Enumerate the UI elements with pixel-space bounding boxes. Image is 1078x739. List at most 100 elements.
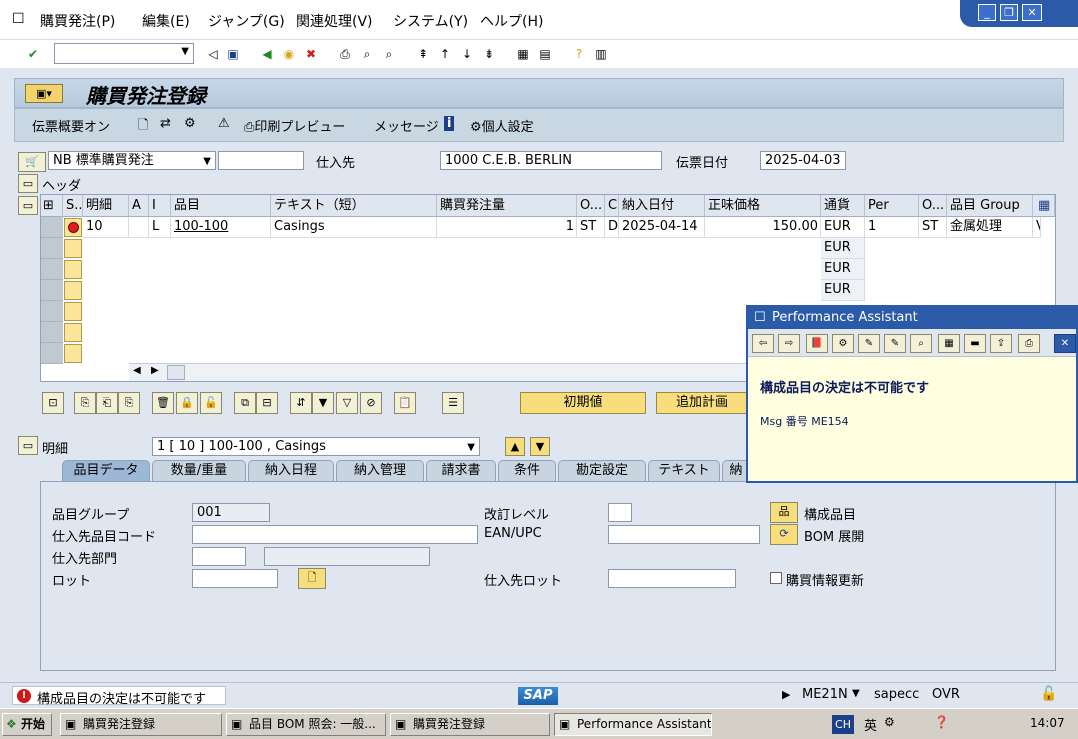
menu-jump[interactable]: ジャンプ(G) [208, 11, 285, 31]
status-cell[interactable] [64, 239, 82, 258]
additional-planning-button[interactable]: 追加計画 [656, 392, 748, 414]
cell-currency[interactable]: EUR [821, 259, 865, 280]
back-arrow-icon[interactable]: ◁ [204, 45, 222, 63]
list-icon[interactable]: ☰ [442, 392, 464, 414]
chevron-down-icon[interactable]: ▼ [852, 688, 860, 699]
col-po-qty[interactable]: 購買発注量 [437, 195, 577, 217]
copy-item-icon[interactable]: ⎘ [74, 392, 96, 414]
prev-page-icon[interactable]: ↑ [436, 45, 454, 63]
restore-icon[interactable]: ❐ [1000, 4, 1018, 21]
cell-po-qty[interactable]: 1 [437, 217, 577, 238]
create-item-icon[interactable]: ⎘ [118, 392, 140, 414]
cell-delivery-date[interactable]: 2025-04-14 [619, 217, 705, 238]
bom-explode-icon[interactable]: ⟳ [770, 524, 798, 545]
menu-system[interactable]: システム(Y) [393, 11, 468, 31]
print-icon[interactable]: ⎙ [1018, 334, 1040, 353]
scroll-thumb[interactable] [167, 365, 185, 380]
task-bom-display[interactable]: ▣ 品目 BOM 照会: 一般... [226, 713, 386, 736]
print-preview-button[interactable]: ⎙印刷プレビュー [244, 116, 345, 135]
back-icon[interactable]: ◀ [258, 45, 276, 63]
forward-arrow-icon[interactable]: ⇨ [778, 334, 800, 353]
hold-icon[interactable]: ⇄ [160, 116, 171, 131]
cell-per[interactable]: 1 [865, 217, 919, 238]
start-button[interactable]: ❖ 开始 [2, 713, 52, 736]
row-selector[interactable] [41, 238, 63, 259]
insert-item-icon[interactable]: ⎗ [96, 392, 118, 414]
bom-explode-label[interactable]: BOM 展開 [804, 526, 864, 545]
exit-icon[interactable]: ◉ [280, 45, 298, 63]
close-icon[interactable]: ✕ [1022, 4, 1042, 21]
vendor-field[interactable]: 1000 C.E.B. BERLIN [440, 151, 662, 170]
help-tray-icon[interactable]: ❓ [934, 715, 949, 729]
col-c[interactable]: C [605, 195, 619, 217]
scroll-left-icon[interactable]: ◀ [133, 365, 141, 376]
components-label[interactable]: 構成品目 [804, 504, 856, 523]
shortcut-icon[interactable]: ▤ [536, 45, 554, 63]
expand-header-icon[interactable]: ▭ [18, 174, 38, 193]
first-page-icon[interactable]: ⇞ [414, 45, 432, 63]
status-cell[interactable] [64, 281, 82, 300]
info-update-checkbox[interactable] [770, 572, 782, 584]
task-po-create-1[interactable]: ▣ 購買発注登録 [60, 713, 222, 736]
command-field[interactable]: ▼ [54, 43, 194, 64]
info-icon[interactable]: i [444, 116, 455, 131]
tcode-label[interactable]: ME21N [802, 687, 848, 702]
lock-icon[interactable]: 🔒 [176, 392, 198, 414]
technical-info-icon[interactable]: ⚙ [832, 334, 854, 353]
col-acct[interactable]: A [129, 195, 149, 217]
defaults-button[interactable]: 初期値 [520, 392, 646, 414]
table-icon[interactable]: ▦ [938, 334, 960, 353]
find-next-icon[interactable]: ⌕ [380, 45, 398, 63]
close-icon[interactable]: ✕ [1054, 334, 1076, 353]
column-config-icon[interactable]: ▦ [1035, 195, 1055, 217]
col-opu[interactable]: O... [919, 195, 947, 217]
messages-button[interactable]: メッセージ [374, 116, 439, 135]
cell-currency[interactable]: EUR [821, 217, 865, 238]
vendor-material-field[interactable] [192, 525, 478, 544]
delete-item-icon[interactable]: 🗑 [152, 392, 174, 414]
cell-acct[interactable] [129, 217, 149, 238]
tab-material-data[interactable]: 品目データ [62, 460, 150, 482]
doc-type-select[interactable]: NB 標準購買発注 ▼ [48, 151, 216, 170]
cell-material[interactable]: 100-100 [171, 217, 271, 238]
col-item[interactable]: 明細 [83, 195, 129, 217]
cell-opu[interactable]: ST [919, 217, 947, 238]
glossary-icon[interactable]: ✎ [884, 334, 906, 353]
other-po-icon[interactable]: ⚙ [184, 116, 196, 131]
next-item-icon[interactable]: ▼ [530, 437, 550, 456]
clipboard-icon[interactable]: 📋 [394, 392, 416, 414]
help-icon[interactable]: ? [570, 45, 588, 63]
tab-account-assignment[interactable]: 勘定設定 [558, 460, 646, 482]
tray-icon[interactable]: ⚙ [884, 715, 895, 729]
col-material-group[interactable]: 品目 Group [947, 195, 1033, 217]
next-page-icon[interactable]: ↓ [458, 45, 476, 63]
menu-purchase-order[interactable]: 購買発注(P) [40, 11, 115, 31]
prev-item-icon[interactable]: ▲ [505, 437, 525, 456]
tab-quantity-weight[interactable]: 数量/重量 [152, 460, 246, 482]
cell-i[interactable]: L [149, 217, 171, 238]
task-po-create-2[interactable]: ▣ 購買発注登録 [390, 713, 550, 736]
cell-v[interactable]: V [1033, 217, 1041, 238]
personal-settings-button[interactable]: ⚙個人設定 [470, 116, 534, 135]
col-per[interactable]: Per [865, 195, 919, 217]
row-selector[interactable] [41, 280, 63, 301]
po-number-field[interactable] [218, 151, 304, 170]
status-message[interactable]: ! 構成品目の決定は不可能です [12, 686, 226, 707]
col-status[interactable]: S... [63, 195, 83, 217]
col-material[interactable]: 品目 [171, 195, 271, 217]
collapse-items-icon[interactable]: ▭ [18, 196, 38, 215]
book-icon[interactable]: 📕 [806, 334, 828, 353]
ean-field[interactable] [608, 525, 760, 544]
status-cell[interactable] [64, 260, 82, 279]
menu-help[interactable]: ヘルプ(H) [480, 11, 543, 31]
task-performance-assistant[interactable]: ▣ Performance Assistant [554, 713, 712, 736]
edit-icon[interactable]: ✎ [858, 334, 880, 353]
print-icon[interactable]: ⎙ [336, 45, 354, 63]
cell-c[interactable]: D [605, 217, 619, 238]
copy-icon[interactable]: ⧉ [234, 392, 256, 414]
status-cell[interactable] [64, 344, 82, 363]
tab-texts[interactable]: テキスト [648, 460, 720, 482]
minimize-icon[interactable]: _ [978, 4, 996, 21]
back-arrow-icon[interactable]: ⇦ [752, 334, 774, 353]
row-selector[interactable] [41, 301, 63, 322]
